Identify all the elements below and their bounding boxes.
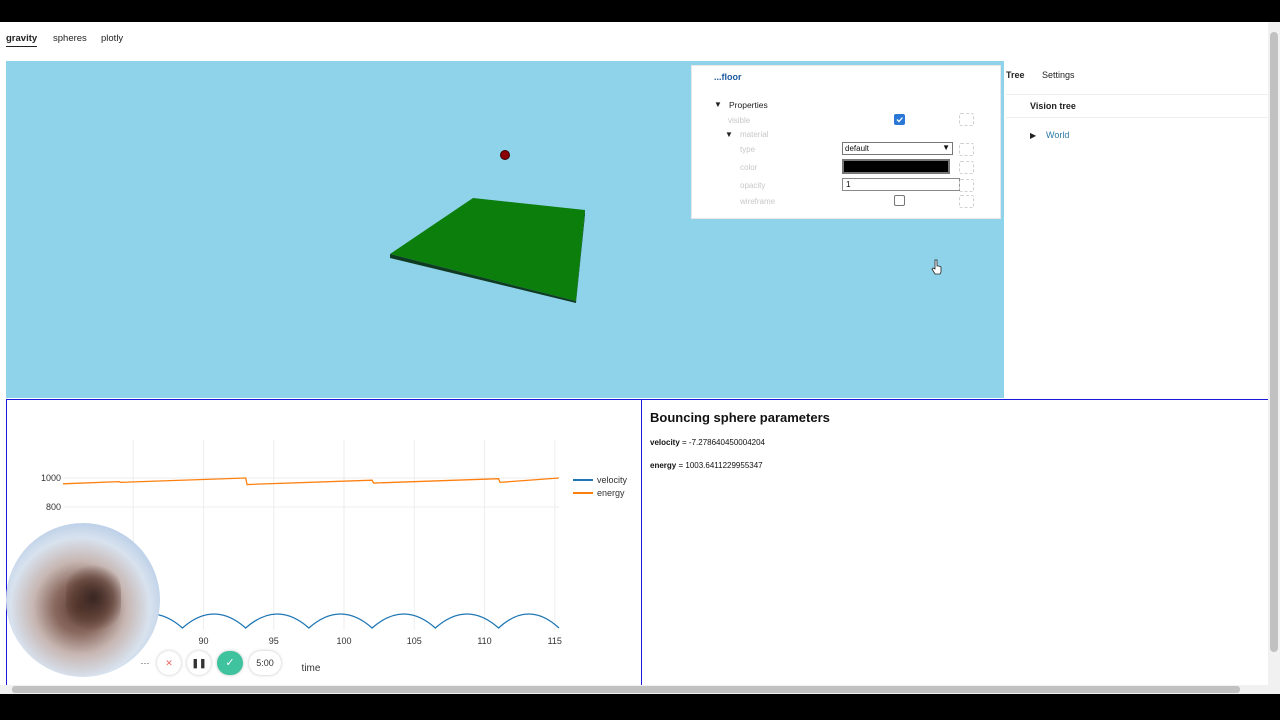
velocity-param: velocity = -7.278640450004204 (650, 438, 765, 447)
opacity-reset-button[interactable] (959, 179, 974, 192)
wireframe-checkbox[interactable] (894, 195, 905, 206)
panel-title[interactable]: ...floor (714, 72, 742, 82)
x-tick-label: 100 (337, 636, 352, 646)
opacity-input[interactable]: 1 (842, 178, 960, 191)
velocity-value: = -7.278640450004204 (682, 438, 765, 447)
collapse-triangle-icon[interactable]: ▼ (714, 100, 722, 109)
vision-tree-header: Vision tree (1006, 95, 1268, 118)
vertical-scrollbar[interactable] (1268, 22, 1280, 694)
x-tick-label: 115 (548, 636, 562, 646)
expand-triangle-icon[interactable]: ▶ (1030, 131, 1036, 140)
floor-top (390, 198, 585, 301)
x-axis-label: time (302, 663, 321, 674)
visible-checkbox[interactable] (894, 114, 905, 125)
vision-tree-title: Vision tree (1030, 101, 1076, 111)
webcam-overlay (6, 523, 160, 677)
y-tick-label: 1000 (41, 473, 61, 483)
energy-param: energy = 1003.6411229955347 (650, 461, 763, 470)
sphere (500, 150, 510, 160)
legend-label-energy: energy (597, 488, 625, 498)
recording-timer: 5:00 (249, 651, 281, 675)
close-icon[interactable]: ✕ (157, 651, 181, 675)
browser-page: gravity spheres plotly ...floor ▼ Proper… (0, 22, 1280, 694)
tree-tab-bar: Tree Settings (1006, 61, 1268, 95)
check-icon[interactable]: ✓ (217, 651, 243, 675)
more-options-button[interactable]: ··· (137, 651, 153, 675)
tab-plotly[interactable]: plotly (101, 33, 123, 44)
color-picker[interactable] (842, 159, 950, 174)
x-tick-label: 95 (269, 636, 279, 646)
tab-tree[interactable]: Tree (1006, 70, 1025, 80)
x-tick-label: 90 (199, 636, 209, 646)
x-tick-label: 105 (407, 636, 422, 646)
energy-value: = 1003.6411229955347 (678, 461, 763, 470)
type-reset-button[interactable] (959, 143, 974, 156)
tab-spheres[interactable]: spheres (53, 33, 87, 44)
horizontal-scroll-thumb[interactable] (12, 686, 1240, 693)
more-icon: ··· (140, 658, 150, 668)
tab-bar: gravity spheres plotly (0, 22, 1268, 60)
type-select[interactable]: default ▼ (842, 142, 953, 155)
wireframe-reset-button[interactable] (959, 195, 974, 208)
velocity-label: velocity (650, 438, 680, 447)
visible-label: visible (728, 116, 751, 125)
3d-viewport[interactable]: ...floor ▼ Properties visible ▼ material… (6, 61, 1004, 398)
tab-settings[interactable]: Settings (1042, 70, 1075, 80)
tree-node-world[interactable]: World (1046, 130, 1069, 140)
properties-header: Properties (729, 100, 768, 110)
energy-label: energy (650, 461, 677, 470)
wireframe-label: wireframe (740, 197, 776, 206)
type-label: type (740, 145, 756, 154)
opacity-label: opacity (740, 181, 766, 190)
hand-cursor-icon (931, 259, 942, 275)
chevron-down-icon: ▼ (942, 143, 950, 152)
material-label: material (740, 130, 769, 139)
pause-icon[interactable]: ❚❚ (187, 651, 211, 675)
legend-label-velocity: velocity (597, 475, 628, 485)
y-tick-label: 800 (46, 502, 61, 512)
x-tick-label: 110 (477, 636, 491, 646)
tab-gravity[interactable]: gravity (6, 33, 38, 47)
tree-panel: Tree Settings Vision tree ▶ World (1006, 61, 1268, 398)
properties-panel: ...floor ▼ Properties visible ▼ material… (691, 65, 1001, 219)
horizontal-scrollbar[interactable] (0, 685, 1268, 694)
type-select-value: default (845, 144, 870, 153)
parameters-panel: Bouncing sphere parameters velocity = -7… (642, 399, 1269, 691)
check-icon (896, 117, 903, 123)
vertical-scroll-thumb[interactable] (1270, 32, 1278, 652)
visible-reset-button[interactable] (959, 113, 974, 126)
color-reset-button[interactable] (959, 161, 974, 174)
color-label: color (740, 163, 758, 172)
params-title: Bouncing sphere parameters (650, 410, 830, 425)
material-collapse-icon[interactable]: ▼ (725, 130, 733, 139)
